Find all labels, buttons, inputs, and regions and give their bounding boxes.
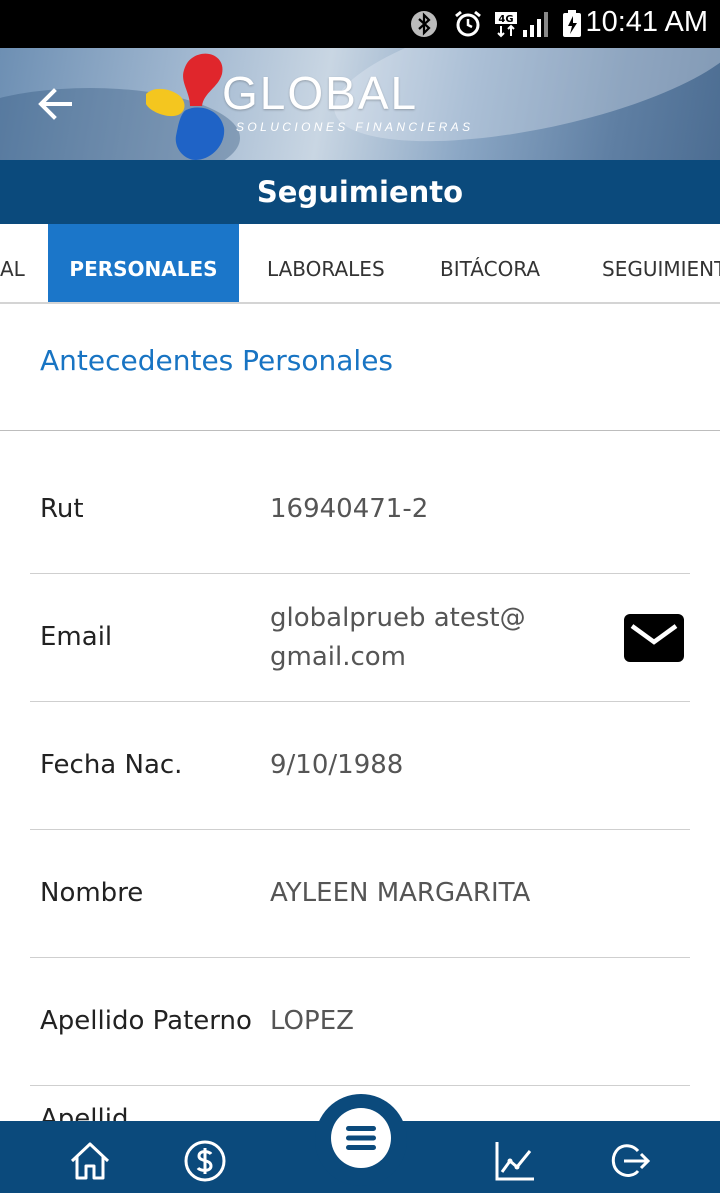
mail-icon: [630, 624, 678, 645]
field-label: Email: [40, 622, 113, 652]
alarm-icon: [455, 10, 481, 37]
logo-subtitle: SOLUCIONES FINANCIERAS: [236, 120, 474, 134]
tab-bitacora[interactable]: BITÁCORA: [440, 224, 540, 302]
dollar-icon[interactable]: [183, 1139, 227, 1183]
logout-icon[interactable]: [608, 1139, 652, 1183]
field-value: LOPEZ: [270, 1006, 354, 1036]
field-row-email: Email globalprueb atest@gmail.com: [30, 574, 690, 702]
home-icon[interactable]: [68, 1139, 112, 1183]
field-value: AYLEEN MARGARITA: [270, 878, 531, 908]
logo-text: GLOBAL: [222, 67, 419, 119]
network-4g-icon: 4G: [495, 12, 517, 38]
field-value: 16940471-2: [270, 494, 429, 524]
status-bar: 4G 10:41 AM: [0, 0, 720, 48]
field-label: Nombre: [40, 878, 144, 908]
chart-icon[interactable]: [493, 1139, 537, 1183]
tab-laborales[interactable]: LABORALES: [267, 224, 385, 302]
tab-general[interactable]: AL: [0, 224, 25, 302]
signal-icon: [523, 12, 548, 37]
field-label: Fecha Nac.: [40, 750, 183, 780]
section-divider: [0, 430, 720, 431]
app-header: GLOBAL SOLUCIONES FINANCIERAS: [0, 48, 720, 160]
field-label: Apellido Paterno: [40, 1006, 252, 1036]
menu-button[interactable]: [331, 1108, 391, 1168]
field-label: Rut: [40, 494, 84, 524]
network-label: 4G: [498, 14, 513, 25]
bluetooth-icon: [411, 11, 437, 37]
tab-bar: AL PERSONALES LABORALES BITÁCORA SEGUIMI…: [0, 224, 720, 304]
field-value: 9/10/1988: [270, 750, 404, 780]
clock: 10:41 AM: [585, 6, 708, 38]
section-title: Antecedentes Personales: [40, 344, 394, 377]
back-arrow-icon[interactable]: [34, 82, 78, 126]
field-row-name: Nombre AYLEEN MARGARITA: [30, 830, 690, 958]
battery-charging-icon: [563, 10, 581, 37]
page-title: Seguimiento: [0, 160, 720, 224]
menu-icon: [346, 1126, 376, 1150]
field-row-rut: Rut 16940471-2: [30, 446, 690, 574]
tab-personales[interactable]: PERSONALES: [48, 224, 239, 302]
tab-seguimiento[interactable]: SEGUIMIENT: [602, 224, 720, 302]
field-row-birthdate: Fecha Nac. 9/10/1988: [30, 702, 690, 830]
field-row-last-name: Apellido Paterno LOPEZ: [30, 958, 690, 1086]
field-value: globalprueb atest@gmail.com: [270, 602, 526, 672]
send-email-button[interactable]: [624, 614, 684, 662]
